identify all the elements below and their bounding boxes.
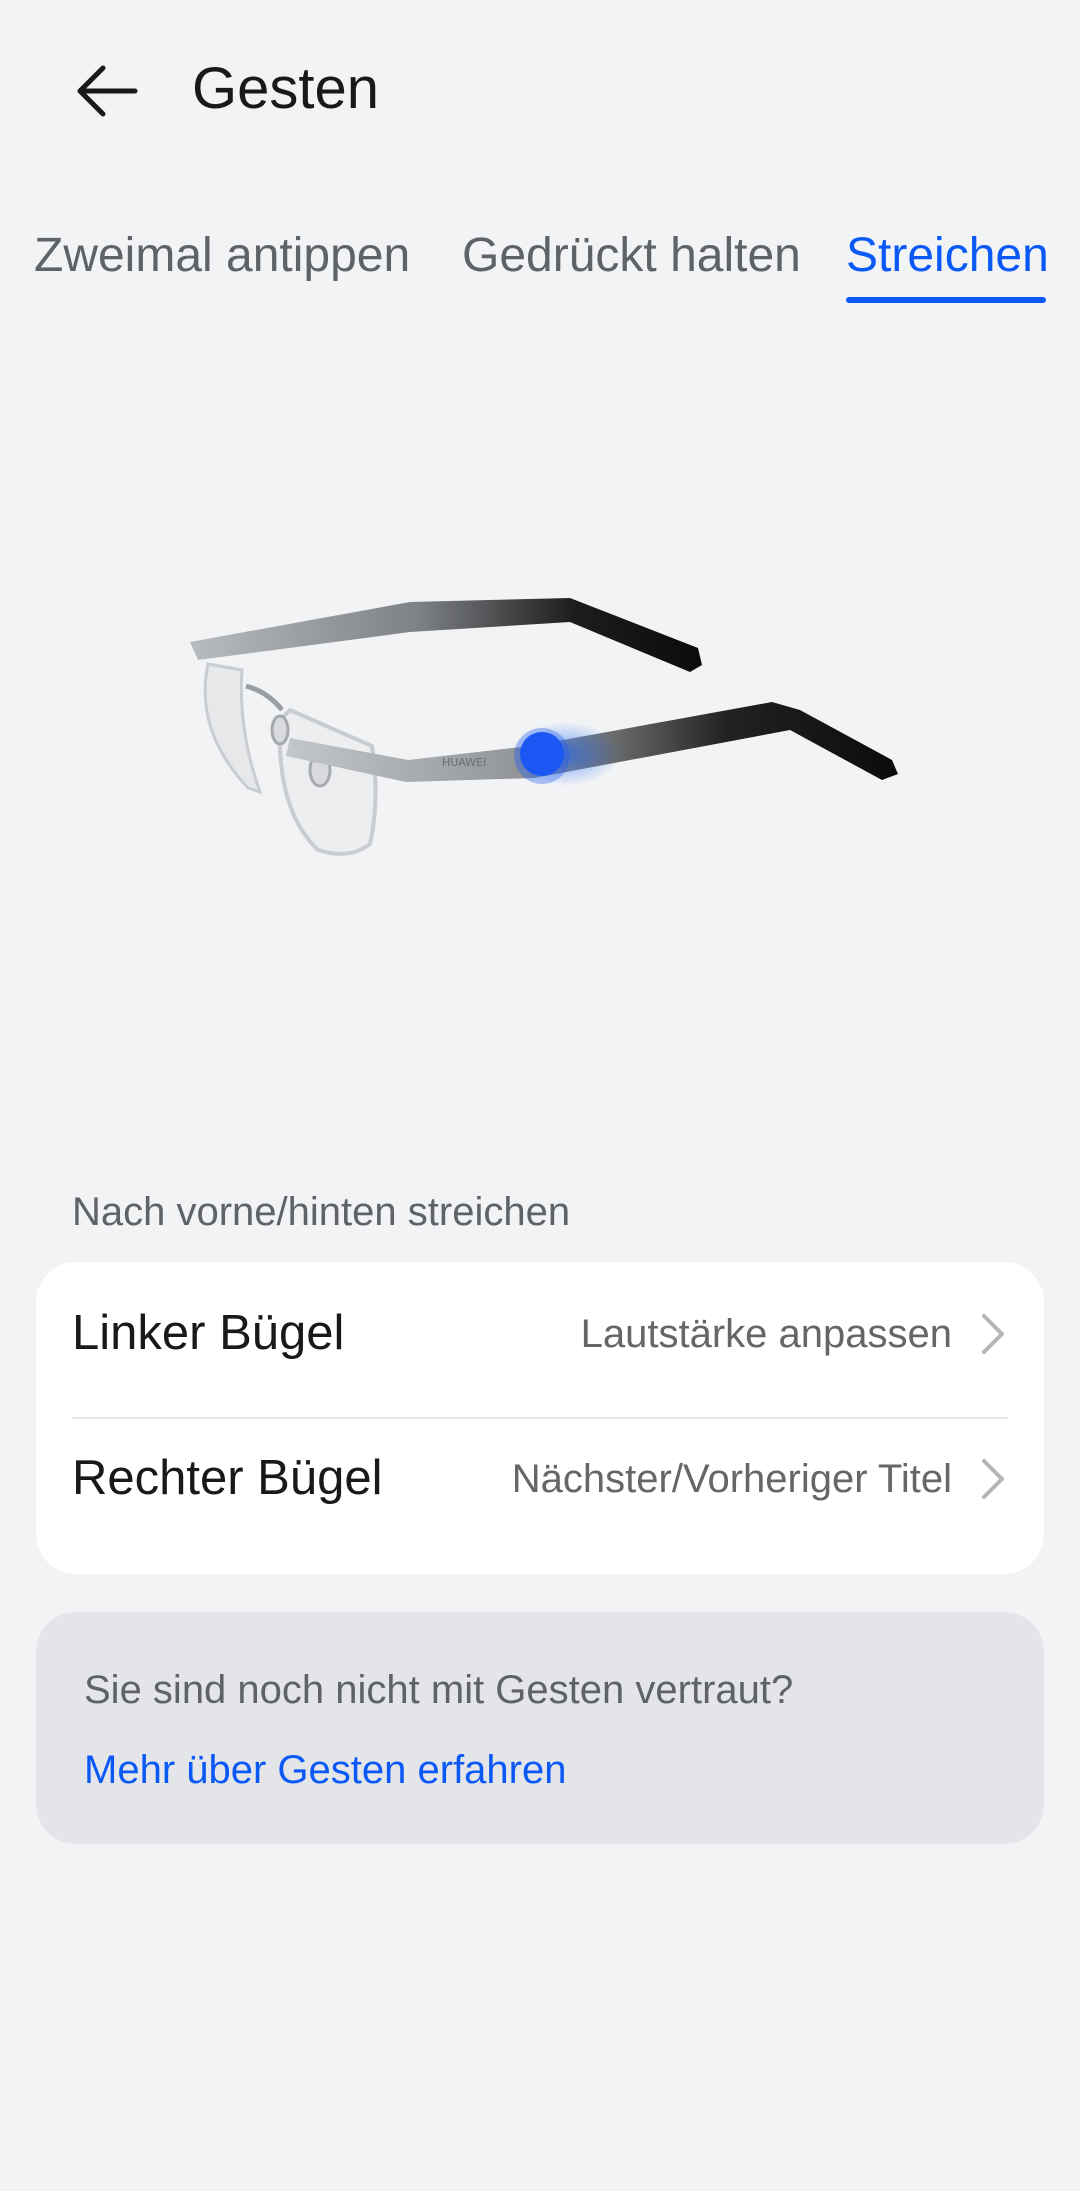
page-title: Gesten (192, 56, 379, 121)
gesture-settings-card: Linker Bügel Lautstärke anpassen Rechter… (36, 1262, 1044, 1574)
right-temple-label: Rechter Bügel (72, 1451, 383, 1505)
tab-swipe[interactable]: Streichen (846, 226, 1049, 286)
back-button[interactable] (62, 46, 152, 136)
learn-more-link[interactable]: Mehr über Gesten erfahren (84, 1742, 566, 1798)
svg-text:HUAWEI: HUAWEI (442, 756, 486, 769)
help-text: Sie sind noch nicht mit Gesten vertraut? (84, 1668, 794, 1712)
chevron-right-icon (982, 1314, 1004, 1354)
left-temple-row[interactable]: Linker Bügel Lautstärke anpassen (36, 1262, 1044, 1407)
arrow-left-icon (77, 65, 138, 117)
tab-double-tap[interactable]: Zweimal antippen (34, 226, 410, 286)
section-label: Nach vorne/hinten streichen (72, 1190, 571, 1234)
chevron-right-icon (982, 1459, 1004, 1499)
app-bar: Gesten (0, 0, 1080, 175)
tab-press-hold[interactable]: Gedrückt halten (462, 226, 801, 286)
active-tab-indicator (846, 297, 1046, 303)
glasses-image: HUAWEI (190, 598, 898, 856)
right-temple-value: Nächster/Vorheriger Titel (511, 1457, 952, 1501)
left-temple-label: Linker Bügel (72, 1306, 345, 1360)
glasses-illustration: HUAWEI (150, 560, 930, 890)
left-temple-value: Lautstärke anpassen (580, 1312, 952, 1356)
gesture-help-card: Sie sind noch nicht mit Gesten vertraut?… (36, 1612, 1044, 1844)
right-temple-row[interactable]: Rechter Bügel Nächster/Vorheriger Titel (36, 1407, 1044, 1552)
